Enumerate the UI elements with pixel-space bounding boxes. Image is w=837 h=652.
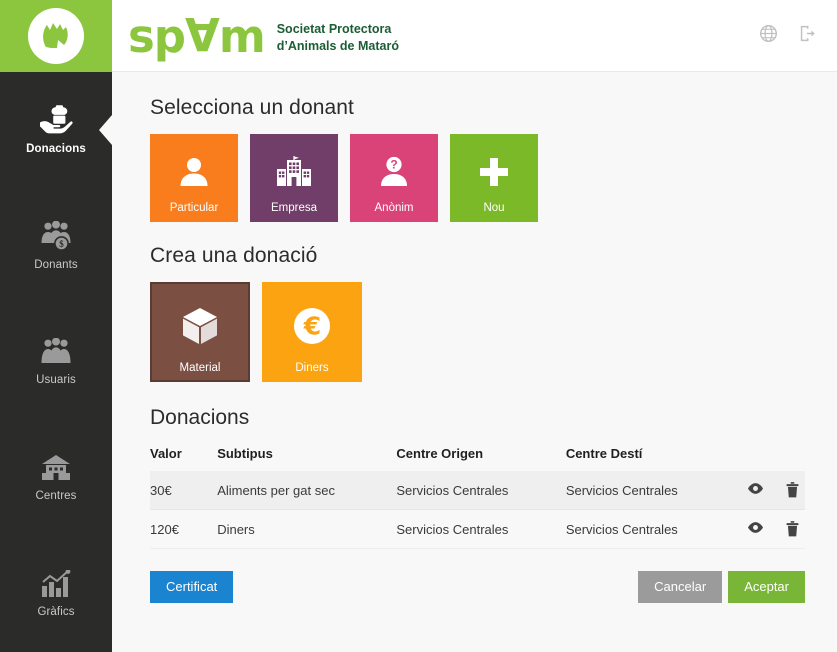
active-indicator-notch bbox=[99, 115, 112, 145]
donation-section-title: Crea una donació bbox=[150, 244, 318, 267]
plus-icon bbox=[477, 155, 511, 189]
donor-tile-empresa[interactable]: Empresa bbox=[250, 134, 338, 222]
cell-centre-origen: Servicios Centrales bbox=[396, 471, 566, 510]
table-body: 30€ Aliments per gat sec Servicios Centr… bbox=[150, 471, 805, 549]
cell-actions bbox=[741, 509, 805, 549]
sidebar-item-usuaris[interactable]: Usuaris bbox=[0, 304, 112, 420]
brand-part-2: m bbox=[218, 9, 266, 63]
donation-tile-label-diners: Diners bbox=[295, 362, 329, 374]
column-header-centre-origen: Centre Origen bbox=[396, 446, 484, 461]
sidebar-label-donacions: Donacions bbox=[26, 143, 86, 155]
column-header-valor: Valor bbox=[150, 446, 182, 461]
donor-tile-particular[interactable]: Particular bbox=[150, 134, 238, 222]
sidebar-label-grafics: Gràfics bbox=[37, 606, 75, 618]
cancelar-button[interactable]: Cancelar bbox=[638, 571, 723, 603]
cell-valor: 30€ bbox=[150, 471, 218, 510]
aceptar-button[interactable]: Aceptar bbox=[728, 571, 805, 603]
sidebar: Donacions $ Donants Usuaris Centres Gràf… bbox=[0, 72, 112, 652]
brand-wordmark: sp Am bbox=[128, 6, 266, 63]
donor-section-title: Selecciona un donant bbox=[150, 96, 354, 119]
globe-icon[interactable] bbox=[759, 24, 778, 48]
donor-tile-row: Particular Empresa ? Anònim Nou bbox=[150, 134, 805, 222]
brand-inverted-a: A bbox=[185, 6, 219, 60]
logout-icon[interactable] bbox=[798, 24, 817, 48]
donations-table: Valor Subtipus Centre Origen Centre Dest… bbox=[150, 442, 805, 549]
table-row[interactable]: 30€ Aliments per gat sec Servicios Centr… bbox=[150, 471, 805, 510]
donation-tile-row: Material € Diners bbox=[150, 282, 805, 382]
donor-tile-anonim[interactable]: ? Anònim bbox=[350, 134, 438, 222]
header-actions bbox=[759, 24, 817, 48]
table-row[interactable]: 120€ Diners Servicios Centrales Servicio… bbox=[150, 509, 805, 549]
donor-tile-label-nou: Nou bbox=[483, 202, 505, 214]
sidebar-item-donacions[interactable]: Donacions bbox=[0, 72, 112, 188]
certificat-button[interactable]: Certificat bbox=[150, 571, 234, 603]
trash-icon[interactable] bbox=[786, 482, 799, 498]
brand-subtitle: Societat Protectora d’Animals de Mataró bbox=[276, 22, 399, 53]
donor-tile-label-empresa: Empresa bbox=[270, 202, 318, 214]
brand: sp Am Societat Protectora d’Animals de Ma… bbox=[128, 6, 399, 66]
column-header-subtipus: Subtipus bbox=[217, 446, 273, 461]
euro-icon: € bbox=[292, 306, 332, 346]
sidebar-item-centres[interactable]: Centres bbox=[0, 420, 112, 536]
table-header-row: Valor Subtipus Centre Origen Centre Dest… bbox=[150, 442, 805, 471]
donation-tile-label-material: Material bbox=[179, 362, 221, 374]
button-bar: Certificat Cancelar Aceptar bbox=[150, 571, 805, 603]
building-icon bbox=[40, 454, 72, 482]
column-header-actions bbox=[741, 442, 805, 471]
cell-subtipus: Aliments per gat sec bbox=[217, 471, 397, 510]
cell-actions bbox=[741, 471, 805, 510]
trash-icon[interactable] bbox=[786, 521, 799, 537]
donation-tile-diners[interactable]: € Diners bbox=[262, 282, 362, 382]
anonymous-icon: ? bbox=[377, 155, 411, 189]
column-header-centre-desti: Centre Destí bbox=[565, 446, 643, 461]
donation-tile-material[interactable]: Material bbox=[150, 282, 250, 382]
cell-valor: 120€ bbox=[150, 509, 218, 549]
table-head: Valor Subtipus Centre Origen Centre Dest… bbox=[150, 442, 805, 471]
hand-money-icon bbox=[39, 105, 73, 135]
cell-centre-desti: Servicios Centrales bbox=[565, 509, 742, 549]
table-section-title: Donacions bbox=[150, 406, 250, 429]
dog-head-icon bbox=[28, 8, 84, 64]
bar-chart-icon bbox=[41, 570, 71, 598]
person-icon bbox=[177, 155, 211, 189]
eye-icon[interactable] bbox=[747, 482, 764, 498]
cell-subtipus: Diners bbox=[217, 509, 397, 549]
people-money-icon: $ bbox=[40, 221, 72, 251]
sidebar-item-donants[interactable]: $ Donants bbox=[0, 188, 112, 304]
donor-tile-label-anonim: Anònim bbox=[374, 202, 414, 214]
people-icon bbox=[40, 338, 72, 366]
eye-icon[interactable] bbox=[747, 521, 764, 537]
donor-tile-nou[interactable]: Nou bbox=[450, 134, 538, 222]
donor-tile-label-particular: Particular bbox=[169, 202, 219, 214]
main-content: Selecciona un donant Particular Empresa … bbox=[112, 72, 837, 652]
cell-centre-desti: Servicios Centrales bbox=[565, 471, 742, 510]
company-icon bbox=[275, 156, 313, 188]
top-header: sp Am Societat Protectora d’Animals de Ma… bbox=[0, 0, 837, 72]
svg-text:$: $ bbox=[59, 239, 64, 249]
logo-block bbox=[0, 0, 112, 72]
sidebar-label-centres: Centres bbox=[35, 490, 77, 502]
sidebar-item-grafics[interactable]: Gràfics bbox=[0, 536, 112, 652]
cell-centre-origen: Servicios Centrales bbox=[396, 509, 566, 549]
svg-text:€: € bbox=[303, 312, 321, 341]
sidebar-label-donants: Donants bbox=[34, 259, 78, 271]
application-window: sp Am Societat Protectora d’Animals de Ma… bbox=[0, 0, 837, 652]
box-icon bbox=[181, 306, 219, 346]
svg-text:?: ? bbox=[390, 158, 397, 172]
brand-part-1: sp bbox=[128, 9, 186, 63]
sidebar-label-usuaris: Usuaris bbox=[36, 374, 76, 386]
